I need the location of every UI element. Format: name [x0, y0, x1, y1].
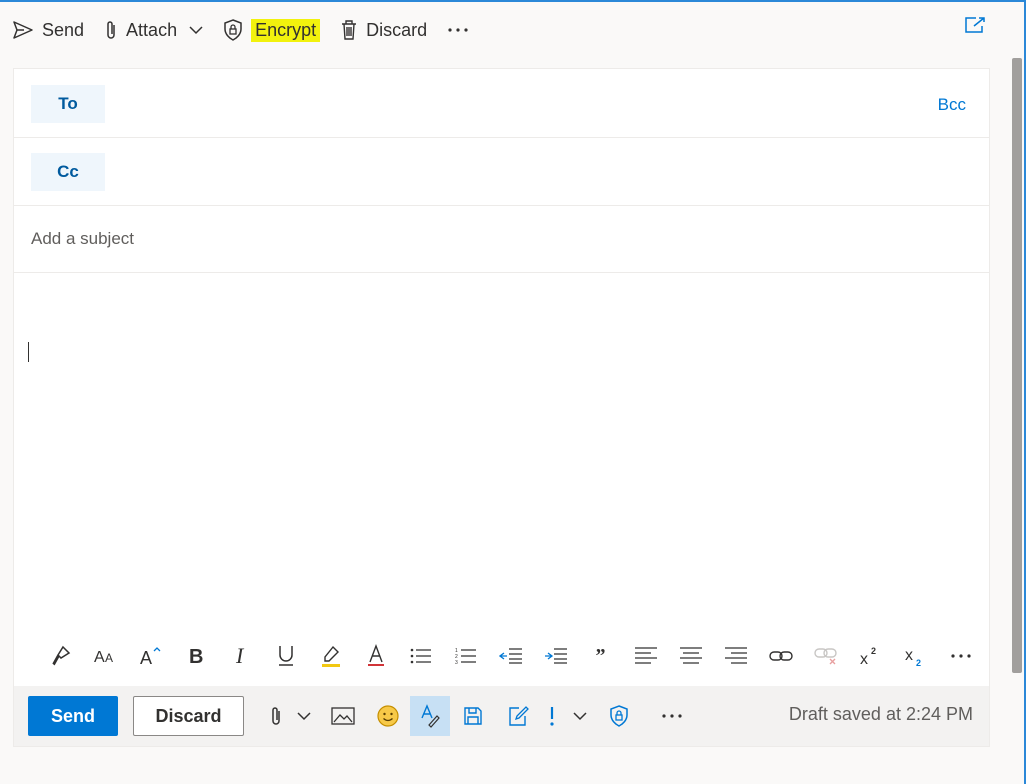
subscript-icon[interactable]: x2 [893, 638, 938, 674]
highlight-icon[interactable] [308, 638, 353, 674]
attach-paperclip-icon[interactable] [264, 696, 288, 736]
toolbar-attach-label: Attach [126, 19, 178, 40]
svg-text:B: B [189, 646, 203, 667]
svg-text:A: A [94, 649, 105, 666]
numbering-icon[interactable]: 123 [443, 638, 488, 674]
command-toolbar: Send Attach Encrypt Discard [0, 2, 1022, 58]
subject-input[interactable] [29, 224, 963, 254]
popout-icon [965, 17, 985, 33]
bottom-action-bar: Send Discard Draft saved at 2:24 PM [14, 686, 989, 746]
toolbar-encrypt-label: Encrypt [251, 18, 321, 42]
bullets-icon[interactable] [398, 638, 443, 674]
importance-icon[interactable] [540, 696, 564, 736]
font-size-icon[interactable]: AA [83, 638, 128, 674]
paperclip-icon [107, 21, 115, 39]
attach-chevron-down-icon[interactable] [288, 696, 320, 736]
draft-status: Draft saved at 2:24 PM [788, 704, 973, 724]
remove-link-icon[interactable] [803, 638, 848, 674]
bcc-link[interactable]: Bcc [938, 95, 966, 115]
font-color-icon[interactable] [353, 638, 398, 674]
send-button[interactable]: Send [28, 696, 118, 736]
format-painter-icon[interactable] [38, 638, 83, 674]
compose-pane: To Bcc Cc AA A B I [13, 68, 990, 747]
trash-icon [342, 20, 357, 40]
bold-icon[interactable]: B [173, 638, 218, 674]
vertical-scrollbar[interactable] [1012, 58, 1022, 673]
toolbar-discard-button[interactable]: Discard [332, 14, 435, 46]
send-icon [13, 21, 33, 39]
to-row: To Bcc [14, 69, 989, 138]
underline-icon[interactable] [263, 638, 308, 674]
quote-icon[interactable]: ” [578, 638, 623, 674]
more-options-icon[interactable] [938, 638, 983, 674]
toolbar-discard-label: Discard [366, 19, 428, 40]
toolbar-send-button[interactable]: Send [4, 14, 92, 46]
message-body[interactable] [14, 274, 989, 626]
svg-text:x: x [905, 647, 913, 664]
align-left-icon[interactable] [623, 638, 668, 674]
align-right-icon[interactable] [713, 638, 758, 674]
svg-text:2: 2 [916, 658, 921, 667]
signature-icon[interactable] [495, 696, 540, 736]
text-caret [28, 342, 29, 362]
toolbar-attach-button[interactable]: Attach [96, 14, 211, 46]
insert-link-icon[interactable] [758, 638, 803, 674]
shield-lock-icon [224, 19, 242, 41]
discard-button[interactable]: Discard [133, 696, 244, 736]
toolbar-more-button[interactable] [439, 14, 485, 46]
more-icon [448, 28, 468, 32]
encrypt-shield-icon[interactable] [596, 696, 641, 736]
chevron-down-icon[interactable] [189, 25, 203, 35]
popout-button[interactable] [964, 16, 986, 39]
svg-text:I: I [235, 645, 245, 667]
svg-text:A: A [140, 648, 152, 667]
svg-text:A: A [105, 651, 113, 665]
align-center-icon[interactable] [668, 638, 713, 674]
superscript-icon[interactable]: x2 [848, 638, 893, 674]
to-button[interactable]: To [31, 85, 105, 123]
editor-icon[interactable] [410, 696, 450, 736]
cc-row: Cc [14, 138, 989, 206]
svg-text:3: 3 [455, 660, 458, 665]
formatting-toolbar: AA A B I 123 ” x 2 x 2 [14, 627, 989, 685]
insert-picture-icon[interactable] [320, 696, 365, 736]
grow-font-icon[interactable]: A [128, 638, 173, 674]
toolbar-send-label: Send [42, 19, 85, 40]
importance-chevron-down-icon[interactable] [564, 696, 596, 736]
increase-indent-icon[interactable] [533, 638, 578, 674]
svg-text:x: x [860, 651, 868, 667]
subject-row [14, 206, 989, 273]
toolbar-encrypt-button[interactable]: Encrypt [215, 14, 328, 46]
save-icon[interactable] [450, 696, 495, 736]
italic-icon[interactable]: I [218, 638, 263, 674]
cc-button[interactable]: Cc [31, 153, 105, 191]
emoji-icon[interactable] [365, 696, 410, 736]
decrease-indent-icon[interactable] [488, 638, 533, 674]
svg-text:2: 2 [871, 646, 876, 656]
more-actions-icon[interactable] [641, 696, 703, 736]
